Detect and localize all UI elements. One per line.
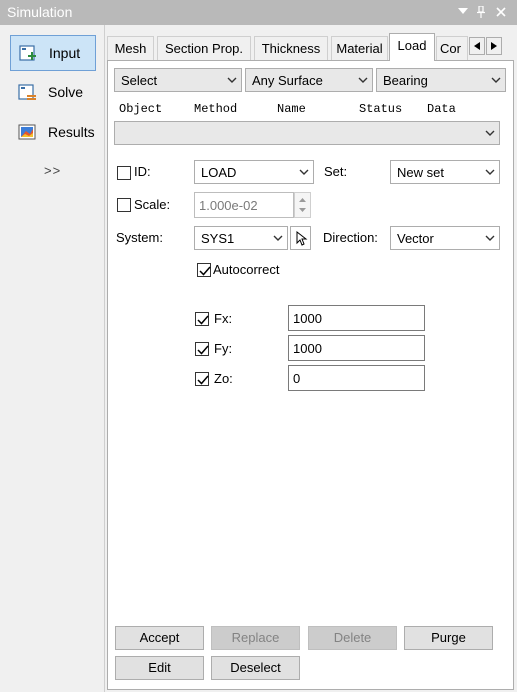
surface-combo[interactable]: Any Surface — [245, 68, 373, 92]
zo-label: Zo: — [214, 371, 233, 386]
id-checkbox[interactable] — [117, 166, 131, 180]
nav-item-results[interactable]: Results — [10, 114, 96, 150]
scale-checkbox[interactable] — [117, 198, 131, 212]
fy-checkbox[interactable] — [195, 342, 209, 356]
checkmark-icon — [197, 345, 209, 355]
select-combo-value: Select — [121, 73, 158, 88]
surface-combo-value: Any Surface — [252, 73, 323, 88]
purge-button[interactable]: Purge — [404, 626, 493, 650]
fy-input[interactable]: 1000 — [288, 335, 425, 361]
replace-button[interactable]: Replace — [211, 626, 300, 650]
checkmark-icon — [197, 375, 209, 385]
stepper-arrows-icon — [299, 198, 306, 212]
chevron-down-icon — [491, 77, 501, 83]
autocorrect-label: Autocorrect — [213, 262, 280, 277]
tab-material[interactable]: Material — [331, 36, 388, 60]
delete-button[interactable]: Delete — [308, 626, 397, 650]
input-icon — [19, 44, 39, 62]
id-label: ID: — [134, 164, 151, 179]
direction-combo-value: Vector — [397, 231, 434, 246]
nav-item-solve[interactable]: Solve — [10, 74, 96, 110]
set-combo[interactable]: New set — [390, 160, 500, 184]
tab-load[interactable]: Load — [389, 33, 435, 61]
nav-item-input[interactable]: Input — [10, 35, 96, 71]
zo-input[interactable]: 0 — [288, 365, 425, 391]
scale-label: Scale: — [134, 197, 171, 212]
dropdown-icon[interactable] — [456, 4, 470, 20]
system-combo[interactable]: SYS1 — [194, 226, 288, 250]
chevron-down-icon — [227, 77, 237, 83]
chevron-down-icon — [273, 235, 283, 241]
column-header-data: Data — [427, 102, 456, 116]
scale-stepper[interactable] — [294, 192, 311, 218]
fy-input-value: 1000 — [293, 341, 322, 356]
pick-system-button[interactable] — [290, 226, 311, 250]
close-icon[interactable] — [494, 4, 508, 21]
pin-icon[interactable] — [474, 4, 488, 22]
fx-input[interactable]: 1000 — [288, 305, 425, 331]
direction-combo[interactable]: Vector — [390, 226, 500, 250]
nav-item-label: Input — [49, 45, 81, 61]
fx-label: Fx: — [214, 311, 233, 326]
chevron-down-icon — [299, 169, 309, 175]
system-label: System: — [116, 230, 163, 245]
scale-input[interactable]: 1.000e-02 — [194, 192, 294, 218]
nav-item-label: Results — [48, 124, 95, 140]
fy-label: Fy: — [214, 341, 233, 356]
expand-nav-button[interactable]: >> — [44, 163, 61, 178]
set-label: Set: — [324, 164, 348, 179]
id-combo[interactable]: LOAD — [194, 160, 314, 184]
tab-section-prop[interactable]: Section Prop. — [157, 36, 251, 60]
id-combo-value: LOAD — [201, 165, 237, 180]
checkmark-icon — [199, 266, 211, 276]
nav-item-label: Solve — [48, 84, 84, 100]
column-header-object: Object — [119, 102, 163, 116]
results-icon — [18, 123, 38, 141]
deselect-button[interactable]: Deselect — [211, 656, 300, 680]
tab-scroll-right-button[interactable] — [486, 37, 502, 55]
column-header-name: Name — [277, 102, 306, 116]
chevron-down-icon — [358, 77, 368, 83]
select-combo[interactable]: Select — [114, 68, 242, 92]
system-combo-value: SYS1 — [201, 231, 235, 246]
scale-input-value: 1.000e-02 — [199, 198, 258, 213]
solve-icon — [18, 83, 38, 101]
load-type-combo-value: Bearing — [383, 73, 428, 88]
zo-checkbox[interactable] — [195, 372, 209, 386]
tab-mesh[interactable]: Mesh — [107, 36, 154, 60]
chevron-down-icon — [485, 169, 495, 175]
accept-button[interactable]: Accept — [115, 626, 204, 650]
column-header-method: Method — [194, 102, 238, 116]
chevron-down-icon — [485, 235, 495, 241]
object-combo[interactable] — [114, 121, 500, 145]
fx-input-value: 1000 — [293, 311, 322, 326]
edit-button[interactable]: Edit — [115, 656, 204, 680]
zo-input-value: 0 — [293, 371, 301, 386]
tab-thickness[interactable]: Thickness — [254, 36, 328, 60]
fx-checkbox[interactable] — [195, 312, 209, 326]
autocorrect-checkbox[interactable] — [197, 263, 211, 277]
checkmark-icon — [197, 315, 209, 325]
chevron-down-icon — [485, 130, 495, 136]
window-title-bar: Simulation — [0, 0, 517, 25]
column-header-status: Status — [359, 102, 403, 116]
tab-scroll-left-button[interactable] — [469, 37, 485, 55]
direction-label: Direction: — [323, 230, 378, 245]
tab-cor[interactable]: Cor — [436, 36, 468, 60]
cursor-pick-icon — [296, 230, 308, 246]
set-combo-value: New set — [397, 165, 444, 180]
load-type-combo[interactable]: Bearing — [376, 68, 506, 92]
window-title: Simulation — [7, 4, 73, 20]
